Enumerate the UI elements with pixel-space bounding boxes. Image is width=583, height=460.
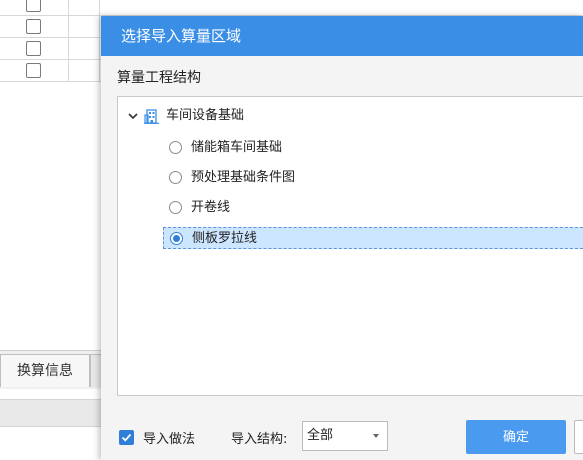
tree-item-label: 开卷线 xyxy=(191,200,231,215)
cancel-button[interactable] xyxy=(574,420,583,454)
row-checkbox[interactable] xyxy=(26,41,41,56)
table-row xyxy=(0,0,583,16)
row-checkbox[interactable] xyxy=(26,0,41,12)
radio-button[interactable] xyxy=(169,201,182,214)
dialog-titlebar[interactable]: 选择导入算量区域 xyxy=(101,16,583,56)
row-checkbox[interactable] xyxy=(26,19,41,34)
tree-item-selected[interactable]: 侧板罗拉线 xyxy=(163,227,583,249)
import-method-checkbox[interactable] xyxy=(119,430,134,445)
radio-button[interactable] xyxy=(169,141,182,154)
tree-item-label: 储能箱车间基础 xyxy=(191,140,283,155)
dropdown-arrow-icon xyxy=(373,434,379,438)
checkmark-icon xyxy=(121,433,132,442)
tree-item[interactable]: 开卷线 xyxy=(163,197,583,219)
tab-conversion-info[interactable]: 换算信息 xyxy=(0,354,90,387)
row-checkbox[interactable] xyxy=(26,63,41,78)
radio-button[interactable] xyxy=(169,171,182,184)
import-structure-label: 导入结构: xyxy=(231,432,288,447)
tree-root-label: 车间设备基础 xyxy=(166,108,245,123)
tree-item[interactable]: 储能箱车间基础 xyxy=(163,137,583,159)
radio-button-checked[interactable] xyxy=(170,232,183,245)
building-icon xyxy=(144,109,159,124)
tree-item-label: 预处理基础条件图 xyxy=(191,170,296,185)
chevron-down-icon[interactable] xyxy=(126,109,140,123)
project-structure-tree: 车间设备基础 储能箱车间基础 预处理基础条件图 开卷线 侧板罗拉线 xyxy=(117,96,583,396)
select-value: 全部 xyxy=(307,428,334,443)
ok-button[interactable]: 确定 xyxy=(466,420,566,454)
import-structure-select[interactable]: 全部 xyxy=(302,421,388,451)
section-label: 算量工程结构 xyxy=(117,70,201,86)
tree-item-label: 侧板罗拉线 xyxy=(192,231,258,246)
import-area-dialog: 选择导入算量区域 算量工程结构 车间设备基础 储能箱车间基础 预处理基础条件图 … xyxy=(101,16,583,460)
tree-item[interactable]: 预处理基础条件图 xyxy=(163,167,583,189)
import-method-label[interactable]: 导入做法 xyxy=(143,428,195,447)
dialog-title: 选择导入算量区域 xyxy=(121,27,242,45)
